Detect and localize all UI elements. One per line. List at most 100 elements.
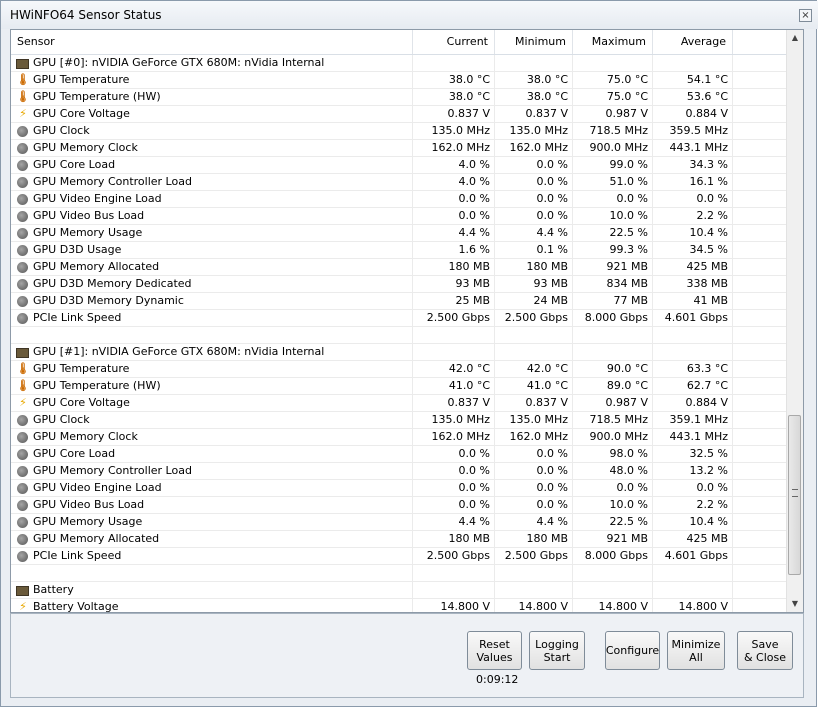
sensor-name: Battery Voltage <box>11 599 413 612</box>
average-value: 53.6 °C <box>653 89 733 106</box>
current-value: 4.0 % <box>413 174 495 191</box>
average-value: 16.1 % <box>653 174 733 191</box>
maximum-value: 10.0 % <box>573 497 653 514</box>
column-header-average[interactable]: Average <box>653 30 733 54</box>
table-spacer-row[interactable] <box>11 565 788 582</box>
table-row[interactable]: GPU [#1]: nVIDIA GeForce GTX 680M: nVidi… <box>11 344 788 361</box>
current-value: 38.0 °C <box>413 72 495 89</box>
table-row[interactable]: 🌡 GPU Temperature (HW) 41.0 °C 41.0 °C 89.0 … <box>11 378 788 395</box>
maximum-value: 75.0 °C <box>573 72 653 89</box>
current-value <box>413 344 495 361</box>
maximum-value: 0.0 % <box>573 480 653 497</box>
maximum-value: 0.987 V <box>573 395 653 412</box>
vertical-scrollbar[interactable]: ▲ ▼ <box>786 30 803 612</box>
table-row[interactable]: GPU Core Load 0.0 % 0.0 % 98.0 % 32.5 % <box>11 446 788 463</box>
column-header-sensor[interactable]: Sensor <box>11 30 413 54</box>
configure-button[interactable]: Configure <box>605 631 660 670</box>
table-spacer-row[interactable] <box>11 327 788 344</box>
current-value: 162.0 MHz <box>413 140 495 157</box>
table-row[interactable]: Battery <box>11 582 788 599</box>
table-row[interactable]: 🌡 GPU Temperature (HW) 38.0 °C 38.0 °C 75.0 … <box>11 89 788 106</box>
table-row[interactable]: PCIe Link Speed 2.500 Gbps 2.500 Gbps 8.000… <box>11 548 788 565</box>
minimum-value: 0.0 % <box>495 208 573 225</box>
sensor-name: GPU Core Voltage <box>11 106 413 123</box>
average-value <box>653 344 733 361</box>
table-row[interactable]: GPU Video Bus Load 0.0 % 0.0 % 10.0 % 2.2 % <box>11 497 788 514</box>
minimum-value <box>495 582 573 599</box>
reset-values-label-1: Reset <box>479 637 510 651</box>
reset-values-button[interactable]: Reset Values <box>467 631 522 670</box>
table-row[interactable]: GPU Memory Usage 4.4 % 4.4 % 22.5 % 10.4 % <box>11 225 788 242</box>
minimum-value <box>495 565 573 582</box>
logging-start-label-2: Start <box>543 650 571 664</box>
table-row[interactable]: GPU Memory Controller Load 0.0 % 0.0 % 48.0… <box>11 463 788 480</box>
table-row[interactable]: 🌡 GPU Temperature 42.0 °C 42.0 °C 90.0 °C 63.… <box>11 361 788 378</box>
minimum-value: 162.0 MHz <box>495 429 573 446</box>
maximum-value: 48.0 % <box>573 463 653 480</box>
maximum-value: 0.0 % <box>573 191 653 208</box>
table-row[interactable]: GPU D3D Memory Dedicated 93 MB 93 MB 834 MB… <box>11 276 788 293</box>
table-row[interactable]: GPU Core Load 4.0 % 0.0 % 99.0 % 34.3 % <box>11 157 788 174</box>
table-row[interactable]: 🌡 GPU Temperature 38.0 °C 38.0 °C 75.0 °C 54.… <box>11 72 788 89</box>
scroll-up-icon[interactable]: ▲ <box>787 30 803 46</box>
scroll-down-icon[interactable]: ▼ <box>787 596 803 612</box>
table-row[interactable]: PCIe Link Speed 2.500 Gbps 2.500 Gbps 8.000… <box>11 310 788 327</box>
maximum-value: 90.0 °C <box>573 361 653 378</box>
sensor-name: GPU [#1]: nVIDIA GeForce GTX 680M: nVidi… <box>11 344 413 361</box>
table-row[interactable]: GPU Memory Allocated 180 MB 180 MB 921 MB 42… <box>11 259 788 276</box>
average-value: 10.4 % <box>653 225 733 242</box>
minimum-value: 2.500 Gbps <box>495 548 573 565</box>
average-value: 34.5 % <box>653 242 733 259</box>
current-value <box>413 55 495 72</box>
logging-start-label-1: Logging <box>535 637 579 651</box>
maximum-value: 921 MB <box>573 531 653 548</box>
current-value: 0.0 % <box>413 497 495 514</box>
table-row[interactable]: GPU Clock 135.0 MHz 135.0 MHz 718.5 MHz 359.… <box>11 123 788 140</box>
table-row[interactable]: GPU Memory Clock 162.0 MHz 162.0 MHz 900.0 … <box>11 140 788 157</box>
current-value: 2.500 Gbps <box>413 548 495 565</box>
average-value <box>653 565 733 582</box>
maximum-value <box>573 327 653 344</box>
maximum-value: 51.0 % <box>573 174 653 191</box>
table-row[interactable]: GPU Video Engine Load 0.0 % 0.0 % 0.0 % 0.0 … <box>11 480 788 497</box>
table-row[interactable]: GPU Memory Allocated 180 MB 180 MB 921 MB 42… <box>11 531 788 548</box>
table-row[interactable]: GPU [#0]: nVIDIA GeForce GTX 680M: nVidi… <box>11 55 788 72</box>
table-row[interactable]: ⚡ GPU Core Voltage 0.837 V 0.837 V 0.987 V 0.… <box>11 106 788 123</box>
current-value: 0.0 % <box>413 208 495 225</box>
average-value: 63.3 °C <box>653 361 733 378</box>
current-value: 135.0 MHz <box>413 412 495 429</box>
table-row[interactable]: GPU Memory Clock 162.0 MHz 162.0 MHz 900.0 … <box>11 429 788 446</box>
logging-start-button[interactable]: Logging Start <box>529 631 585 670</box>
minimize-all-button[interactable]: Minimize All <box>667 631 725 670</box>
table-row[interactable]: ⚡ GPU Core Voltage 0.837 V 0.837 V 0.987 V 0.… <box>11 395 788 412</box>
close-icon[interactable]: × <box>799 9 812 22</box>
column-header-maximum[interactable]: Maximum <box>573 30 653 54</box>
maximum-value: 75.0 °C <box>573 89 653 106</box>
column-header-current[interactable]: Current <box>413 30 495 54</box>
table-row[interactable]: GPU D3D Memory Dynamic 25 MB 24 MB 77 MB 41 … <box>11 293 788 310</box>
average-value: 54.1 °C <box>653 72 733 89</box>
reset-values-label-2: Values <box>476 650 513 664</box>
table-row[interactable]: ⚡ Battery Voltage 14.800 V 14.800 V 14.800 V… <box>11 599 788 612</box>
column-header-minimum[interactable]: Minimum <box>495 30 573 54</box>
table-row[interactable]: GPU Video Engine Load 0.0 % 0.0 % 0.0 % 0.0 … <box>11 191 788 208</box>
maximum-value: 8.000 Gbps <box>573 548 653 565</box>
scroll-thumb[interactable] <box>788 415 801 575</box>
sensor-name <box>11 327 413 344</box>
minimize-all-label-1: Minimize <box>671 637 721 651</box>
save-close-button[interactable]: Save & Close <box>737 631 793 670</box>
sensor-name: GPU Memory Clock <box>11 429 413 446</box>
table-row[interactable]: GPU D3D Usage 1.6 % 0.1 % 99.3 % 34.5 % <box>11 242 788 259</box>
maximum-value: 834 MB <box>573 276 653 293</box>
average-value: 13.2 % <box>653 463 733 480</box>
table-row[interactable]: GPU Memory Usage 4.4 % 4.4 % 22.5 % 10.4 % <box>11 514 788 531</box>
maximum-value <box>573 344 653 361</box>
average-value: 34.3 % <box>653 157 733 174</box>
table-row[interactable]: GPU Video Bus Load 0.0 % 0.0 % 10.0 % 2.2 % <box>11 208 788 225</box>
sensor-name: GPU Core Load <box>11 446 413 463</box>
average-value: 425 MB <box>653 531 733 548</box>
table-row[interactable]: GPU Clock 135.0 MHz 135.0 MHz 718.5 MHz 359.… <box>11 412 788 429</box>
table-row[interactable]: GPU Memory Controller Load 4.0 % 0.0 % 51.0… <box>11 174 788 191</box>
maximum-value <box>573 582 653 599</box>
minimum-value: 135.0 MHz <box>495 412 573 429</box>
